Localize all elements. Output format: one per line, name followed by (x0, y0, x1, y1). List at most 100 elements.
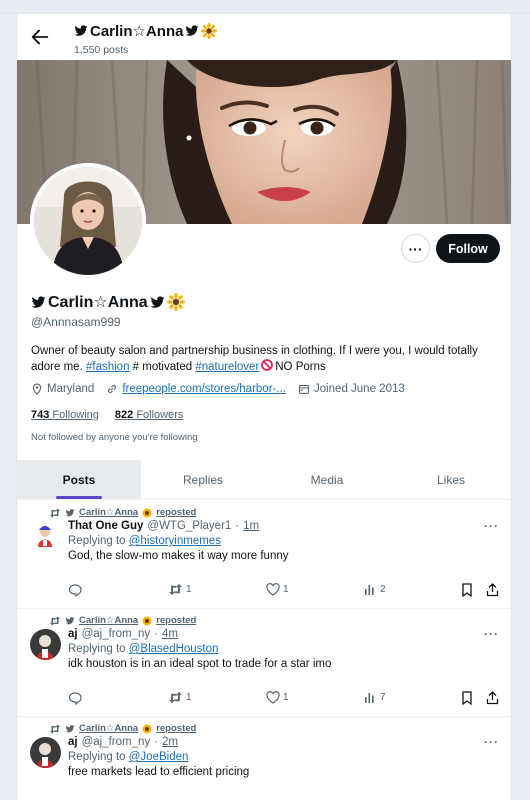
post-body: aj @aj_from_ny · 4m Replying to @BlasedH… (68, 628, 498, 670)
like-icon (266, 583, 280, 596)
post-more-button[interactable]: ··· (484, 627, 499, 641)
reposter-name[interactable]: Carlin☆Anna (79, 723, 138, 734)
browser-top-strip (0, 0, 530, 14)
repost-label: reposted (156, 615, 197, 626)
views-icon (365, 585, 374, 595)
profile-name-text: Carlin☆Anna (48, 294, 148, 311)
post-more-button[interactable]: ··· (484, 735, 499, 749)
post-avatar[interactable] (30, 521, 61, 552)
share-button[interactable] (486, 583, 499, 597)
like-count: 1 (283, 584, 289, 595)
post-author[interactable]: That One Guy (68, 520, 143, 532)
views-button[interactable]: 2 (364, 583, 386, 596)
reply-button[interactable] (68, 691, 82, 705)
views-button[interactable]: 7 (364, 691, 386, 704)
bookmark-button[interactable] (461, 583, 473, 597)
bookmark-icon (462, 691, 472, 705)
share-icon (486, 583, 499, 597)
reply-icon (68, 584, 82, 597)
replying-to-link[interactable]: @JoeBiden (129, 751, 189, 763)
sunflower-icon (166, 293, 185, 311)
twitter-bird-icon (65, 724, 75, 732)
post-time[interactable]: 4m (162, 628, 178, 640)
post-meta: aj @aj_from_ny · 2m (68, 736, 498, 748)
twitter-bird-icon (31, 295, 46, 308)
like-button[interactable]: 1 (266, 583, 289, 596)
repost-label: reposted (156, 507, 197, 518)
hashtag-link[interactable]: #naturelover (195, 361, 259, 373)
followers-label: Followers (136, 409, 184, 421)
post-text: free markets lead to efficient pricing (68, 766, 250, 778)
retweet-count: 1 (186, 692, 192, 703)
sunflower-icon (142, 508, 152, 517)
post-item[interactable]: Carlin☆Anna reposted That One Guy @WTG_P… (17, 501, 511, 609)
post-time[interactable]: 2m (162, 736, 178, 748)
post-handle[interactable]: @aj_from_ny (82, 736, 151, 748)
post-text: God, the slow-mo makes it way more funny (68, 550, 289, 562)
post-more-button[interactable]: ··· (484, 519, 499, 533)
twitter-bird-icon (65, 508, 75, 516)
post-avatar[interactable] (30, 629, 61, 660)
following-link[interactable]: 743 Following (31, 409, 99, 421)
like-icon (266, 691, 280, 704)
reposter-name[interactable]: Carlin☆Anna (79, 615, 138, 626)
post-item[interactable]: Carlin☆Anna reposted aj @aj_from_ny · 2m… (17, 717, 511, 800)
profile-display-name: Carlin☆Anna (31, 292, 185, 312)
repost-indicator: Carlin☆Anna reposted (49, 723, 196, 734)
more-options-button[interactable]: ··· (401, 234, 430, 263)
bookmark-button[interactable] (461, 691, 473, 705)
reply-context: Replying to @JoeBiden (68, 751, 498, 763)
header-post-count: 1,550 posts (74, 44, 129, 56)
more-icon: ··· (408, 240, 423, 257)
views-icon (365, 693, 374, 703)
post-author[interactable]: aj (68, 736, 78, 748)
retweet-button[interactable]: 1 (168, 583, 192, 596)
calendar-icon (298, 384, 310, 395)
hashtag-link[interactable]: #fashion (86, 361, 129, 373)
replying-to-link[interactable]: @historyinmemes (129, 535, 221, 547)
post-avatar[interactable] (30, 737, 61, 768)
post-time[interactable]: 1m (243, 520, 259, 532)
sunflower-icon (201, 23, 218, 39)
replying-to-link[interactable]: @BlasedHouston (129, 643, 219, 655)
profile-header: Carlin☆Anna 1,550 posts (17, 14, 511, 60)
post-handle[interactable]: @WTG_Player1 (147, 520, 231, 532)
profile-avatar[interactable] (30, 163, 146, 279)
post-actions: 1 1 7 (68, 691, 500, 707)
bio-text: # motivated (129, 361, 196, 373)
post-separator: · (154, 736, 158, 748)
retweet-button[interactable]: 1 (168, 691, 192, 704)
avatar-image (30, 521, 61, 552)
back-button[interactable] (29, 26, 51, 48)
website-link[interactable]: freepeople.com/stores/harbor-... (122, 383, 286, 395)
reply-context: Replying to @historyinmemes (68, 535, 498, 547)
sunflower-icon (142, 724, 152, 733)
tab-posts[interactable]: Posts (17, 460, 141, 499)
retweet-icon (169, 583, 182, 596)
follow-button[interactable]: Follow (436, 234, 500, 263)
post-meta: aj @aj_from_ny · 4m (68, 628, 498, 640)
post-author[interactable]: aj (68, 628, 78, 640)
tab-likes[interactable]: Likes (389, 460, 511, 499)
location-pin-icon (32, 383, 42, 395)
bio-text: NO Porns (275, 361, 326, 373)
tab-replies[interactable]: Replies (141, 460, 265, 499)
tab-active-indicator (56, 496, 102, 499)
followers-link[interactable]: 822 Followers (115, 409, 184, 421)
tab-label: Posts (62, 473, 96, 487)
tab-media[interactable]: Media (265, 460, 389, 499)
website-item[interactable]: freepeople.com/stores/harbor-... (106, 383, 286, 395)
post-actions: 1 1 2 (68, 583, 500, 599)
sunflower-icon (142, 616, 152, 625)
bookmark-icon (462, 583, 472, 597)
views-count: 7 (380, 692, 386, 703)
like-button[interactable]: 1 (266, 691, 289, 704)
retweet-count: 1 (186, 584, 192, 595)
post-separator: · (154, 628, 158, 640)
post-handle[interactable]: @aj_from_ny (82, 628, 151, 640)
reposter-name[interactable]: Carlin☆Anna (79, 507, 138, 518)
views-count: 2 (380, 584, 386, 595)
reply-button[interactable] (68, 583, 82, 597)
share-button[interactable] (486, 691, 499, 705)
post-item[interactable]: Carlin☆Anna reposted aj @aj_from_ny · 4m… (17, 609, 511, 717)
